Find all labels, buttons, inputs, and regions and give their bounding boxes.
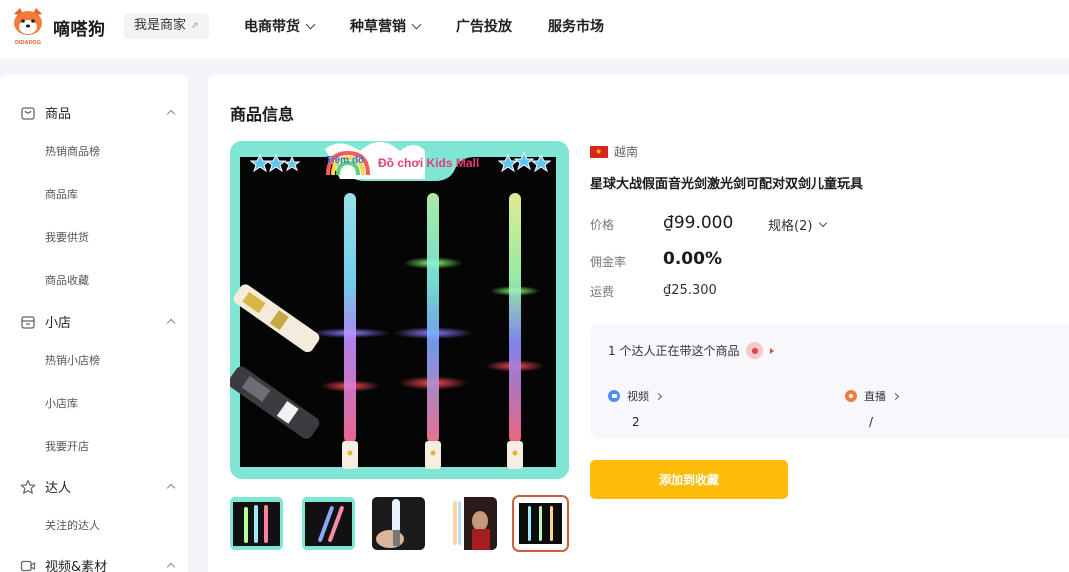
sidebar-section-videos[interactable]: 视频&素材 [20,556,178,572]
sidebar-section-creators[interactable]: 达人 [20,477,178,496]
play-arrow-icon [770,347,775,354]
app-name[interactable]: 嘀嗒狗 [53,15,106,40]
creator-stats-panel: 1 个达人正在带这个商品 ● 视频 2 直播 / [590,324,1069,438]
country-name: 越南 [614,145,639,159]
sidebar-section-stores[interactable]: 小店 [20,312,178,331]
video-icon [20,560,36,571]
sidebar-item-open-store[interactable]: 我要开店 [45,438,89,454]
creators-text: 1 个达人正在带这个商品 [608,344,740,358]
chevron-up-icon [166,483,176,493]
sidebar-item-hot-products[interactable]: 热销商品榜 [45,143,100,159]
page-title: 商品信息 [230,105,295,124]
nav-label: 服务市场 [548,19,604,35]
nav-ecommerce[interactable]: 电商带货 [244,16,316,36]
star-icon [20,479,36,494]
merchant-link[interactable]: 我是商家 ⇗ [124,13,209,39]
commission-label: 佣金率 [590,255,627,269]
nav-label: 种草营销 [350,19,406,35]
bag-icon [21,106,35,120]
avatar: ● [746,342,764,359]
thumbnail-image [514,497,567,550]
product-price: ₫99.000 [663,213,734,233]
live-count: / [869,415,874,429]
nav-service-market[interactable]: 服务市场 [548,16,604,36]
live-label: 直播 [864,390,886,403]
external-link-icon: ⇗ [191,21,199,31]
spec-label: 规格(2) [768,219,813,234]
thumbnail-image [302,497,355,550]
merchant-label: 我是商家 [134,18,187,33]
lightsaber-image: Tiệm đồ Đồ chơi Kids Mall [230,141,569,479]
nav-label: 电商带货 [244,19,300,35]
chevron-up-icon [166,109,176,119]
video-count: 2 [632,415,640,429]
sidebar-item-product-favorites[interactable]: 商品收藏 [45,272,89,288]
sidebar-section-label: 达人 [45,481,72,496]
chevron-up-icon [166,562,176,572]
creators-row[interactable]: 1 个达人正在带这个商品 ● [608,342,775,359]
commission-rate: 0.00% [663,249,722,269]
product-main-image[interactable]: Tiệm đồ Đồ chơi Kids Mall [230,141,569,479]
chevron-up-icon [166,318,176,328]
sidebar-section-label: 视频&素材 [45,560,108,572]
sidebar-item-followed-creators[interactable]: 关注的达人 [45,517,100,533]
sidebar-section-products[interactable]: 商品 [20,103,178,122]
price-label: 价格 [590,218,615,232]
product-name: 星球大战假面音光剑激光剑可配对双剑儿童玩具 [590,177,864,192]
live-stat-link[interactable]: 直播 [845,388,900,404]
spec-dropdown[interactable]: 规格(2) [768,215,828,234]
sidebar-item-product-library[interactable]: 商品库 [45,186,78,202]
sidebar: 商品 热销商品榜 商品库 我要供货 商品收藏 小店 热销小店榜 小店库 我要开店… [0,75,188,572]
country-tag: 越南 [590,143,638,160]
sidebar-item-store-library[interactable]: 小店库 [45,395,78,411]
live-icon [845,390,857,402]
sidebar-section-label: 商品 [45,107,72,122]
chevron-down-icon [819,218,828,227]
chevron-down-icon [411,19,422,29]
top-bar: DIDADOG 嘀嗒狗 我是商家 ⇗ 电商带货 种草营销 广告投放 服务市场 [0,0,1069,58]
shipping-fee: ₫25.300 [663,283,717,298]
chevron-right-icon [891,392,900,400]
video-icon [608,390,620,402]
thumbnail-2[interactable] [302,497,355,550]
chevron-right-icon [654,392,663,400]
sidebar-section-label: 小店 [45,316,72,331]
image-brand-text: Tiệm đồ [326,154,364,166]
nav-marketing[interactable]: 种草营销 [350,16,422,36]
product-info-card: 商品信息 Tiệm đồ Đồ chơi Kids Mall ★ 越南 星球大战… [208,75,1069,572]
thumbnail-image [372,497,425,550]
chevron-down-icon [305,19,316,29]
sidebar-item-supply[interactable]: 我要供货 [45,229,89,245]
video-label: 视频 [627,390,649,403]
thumbnail-image [230,497,283,550]
sidebar-item-hot-stores[interactable]: 热销小店榜 [45,352,100,368]
top-nav: 电商带货 种草营销 广告投放 服务市场 [244,0,640,52]
shipping-label: 运费 [590,285,615,299]
thumbnail-image [444,497,497,550]
nav-label: 广告投放 [456,19,512,35]
image-banner-text: Đồ chơi Kids Mall [378,156,479,170]
store-icon [21,315,35,329]
nav-advertising[interactable]: 广告投放 [456,16,512,36]
thumbnail-1[interactable] [230,497,283,550]
add-to-favorites-button[interactable]: 添加到收藏 [590,460,788,499]
thumbnail-4[interactable] [444,497,497,550]
video-stat-link[interactable]: 视频 [608,388,663,404]
logo-caption: DIDADOG [15,40,41,46]
vietnam-flag-icon [590,145,608,158]
thumbnail-3[interactable] [372,497,425,550]
thumbnail-5-selected[interactable] [512,495,569,552]
dog-logo-icon[interactable]: DIDADOG [10,6,46,46]
